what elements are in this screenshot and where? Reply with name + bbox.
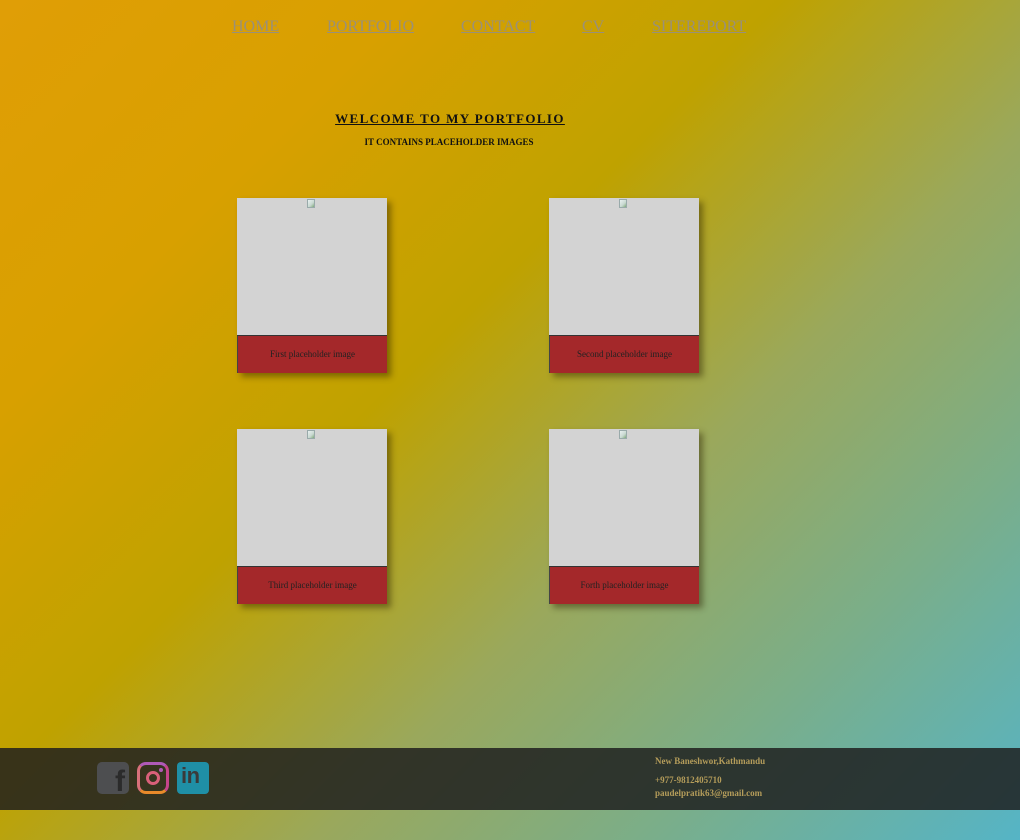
card-caption: Forth placeholder image — [549, 567, 699, 604]
broken-image-icon — [619, 199, 627, 208]
footer: f in New Baneshwor,Kathmandu +977-981240… — [0, 748, 1020, 810]
linkedin-icon[interactable]: in — [177, 762, 209, 794]
instagram-icon[interactable] — [137, 762, 169, 794]
footer-address: New Baneshwor,Kathmandu — [655, 756, 766, 766]
footer-phone: +977-9812405710 — [655, 775, 722, 785]
nav-link-portfolio[interactable]: PORTFOLIO — [327, 18, 414, 36]
card-caption: First placeholder image — [237, 336, 387, 373]
card-caption: Third placeholder image — [237, 567, 387, 604]
portfolio-card-4[interactable]: Forth placeholder image — [549, 429, 699, 604]
broken-image-icon — [307, 199, 315, 208]
page-title: WELCOME TO MY PORTFOLIO — [335, 111, 565, 126]
instagram-lens — [146, 771, 160, 785]
nav-link-contact[interactable]: CONTACT — [461, 18, 535, 36]
portfolio-card-3[interactable]: Third placeholder image — [237, 429, 387, 604]
nav-link-sitereport[interactable]: SITEREPORT — [652, 18, 746, 36]
facebook-glyph: f — [115, 765, 125, 798]
broken-image-icon — [307, 430, 315, 439]
facebook-icon[interactable]: f — [97, 762, 129, 798]
card-image — [237, 198, 387, 336]
linkedin-glyph: in — [181, 763, 200, 788]
card-image — [237, 429, 387, 567]
instagram-dot — [159, 768, 163, 772]
broken-image-icon — [619, 430, 627, 439]
card-image — [549, 198, 699, 336]
nav-link-home[interactable]: HOME — [232, 18, 279, 36]
card-image — [549, 429, 699, 567]
portfolio-card-2[interactable]: Second placeholder image — [549, 198, 699, 373]
portfolio-card-1[interactable]: First placeholder image — [237, 198, 387, 373]
page-subtitle: IT CONTAINS PLACEHOLDER IMAGES — [364, 137, 534, 147]
nav-link-cv[interactable]: CV — [582, 18, 604, 36]
card-caption: Second placeholder image — [549, 336, 699, 373]
footer-email: paudelpratik63@gmail.com — [655, 788, 763, 798]
